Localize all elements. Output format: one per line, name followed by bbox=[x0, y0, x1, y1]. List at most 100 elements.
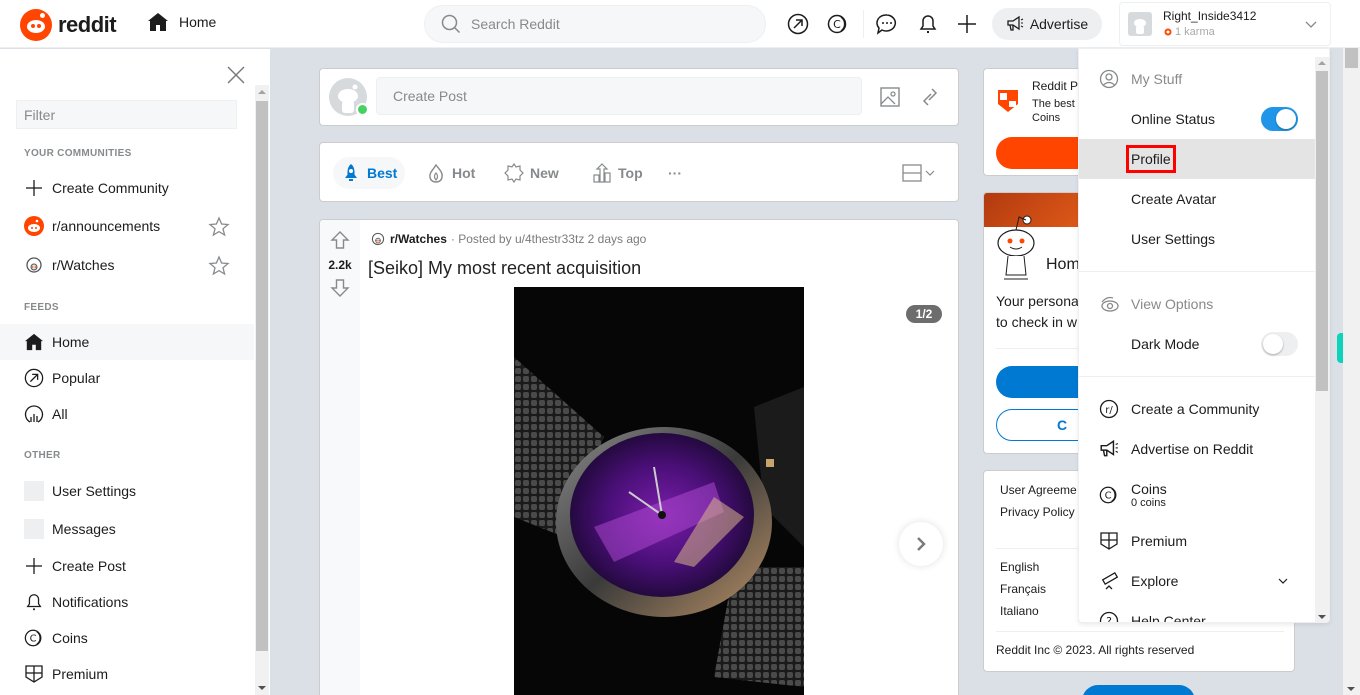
explore-menu-item[interactable]: Explore bbox=[1079, 561, 1315, 601]
sidebar-item-user-settings[interactable]: User Settings bbox=[0, 473, 254, 509]
reddit-logo[interactable]: reddit bbox=[20, 9, 117, 41]
coins-button[interactable]: C bbox=[826, 12, 850, 36]
page-scrollbar[interactable] bbox=[1343, 48, 1360, 695]
feed-selector[interactable]: Home bbox=[147, 12, 216, 32]
card-layout-icon bbox=[902, 164, 922, 182]
create-avatar-menu-item[interactable]: Create Avatar bbox=[1079, 179, 1315, 219]
post-title[interactable]: [Seiko] My most recent acquisition bbox=[368, 258, 641, 279]
sort-hot[interactable]: Hot bbox=[418, 157, 483, 189]
top-header: reddit Home Search Reddit C Advertise Ri… bbox=[0, 0, 1360, 48]
post-card[interactable]: 2.2k r/Watches · Posted by u/4thestr33tz… bbox=[319, 219, 959, 695]
premium-menu-item[interactable]: Premium bbox=[1079, 521, 1315, 561]
svg-text:C: C bbox=[30, 634, 37, 645]
dropdown-scrollbar[interactable] bbox=[1315, 57, 1329, 622]
back-to-top-button[interactable] bbox=[1082, 685, 1195, 695]
create-post-button[interactable] bbox=[955, 12, 979, 36]
layout-switcher[interactable] bbox=[902, 163, 936, 183]
filter-input[interactable]: Filter bbox=[16, 100, 237, 129]
sidebar-item-messages[interactable]: Messages bbox=[0, 511, 254, 547]
coins-menu-item[interactable]: C Coins 0 coins bbox=[1079, 473, 1315, 517]
home-card-description: Your persona to check in w bbox=[996, 293, 1079, 330]
notifications-icon bbox=[919, 15, 937, 33]
sort-best[interactable]: Best bbox=[333, 157, 406, 189]
reddit-icon bbox=[24, 216, 44, 236]
next-image-button[interactable] bbox=[899, 522, 943, 566]
coins-icon: C bbox=[827, 14, 847, 34]
snoo-mascot-icon bbox=[997, 215, 1035, 280]
star-icon[interactable] bbox=[208, 255, 230, 277]
sidebar-scrollbar[interactable] bbox=[255, 85, 269, 695]
view-options-header: View Options bbox=[1099, 294, 1213, 314]
popular-icon bbox=[24, 368, 44, 388]
user-avatar[interactable] bbox=[329, 78, 369, 116]
premium-shield-icon bbox=[998, 90, 1018, 112]
chevron-down-icon bbox=[1305, 21, 1317, 28]
logo-text: reddit bbox=[58, 12, 117, 37]
downvote-icon[interactable] bbox=[330, 278, 350, 298]
home-icon bbox=[25, 333, 43, 351]
rocket-icon bbox=[345, 164, 357, 181]
karma-icon bbox=[1164, 28, 1172, 36]
sidebar-item-coins[interactable]: C Coins bbox=[0, 620, 254, 656]
plus-icon bbox=[26, 558, 42, 574]
sidebar-item-create-post[interactable]: Create Post bbox=[0, 548, 254, 584]
sidebar-item-popular[interactable]: Popular bbox=[0, 360, 254, 396]
language-link[interactable]: Italiano bbox=[1000, 604, 1039, 618]
sidebar-item-home[interactable]: Home bbox=[0, 324, 254, 360]
coins-icon: C bbox=[24, 629, 42, 647]
plus-icon bbox=[958, 15, 976, 33]
help-center-menu-item[interactable]: ? Help Center bbox=[1079, 601, 1315, 623]
user-menu-button[interactable]: Right_Inside3412 1 karma bbox=[1119, 2, 1331, 46]
star-icon[interactable] bbox=[208, 216, 230, 238]
sidebar-item-watches[interactable]: r/Watches bbox=[0, 247, 254, 283]
search-input[interactable]: Search Reddit bbox=[424, 5, 766, 43]
sidebar-item-announcements[interactable]: r/announcements bbox=[0, 208, 254, 244]
sidebar-item-premium[interactable]: Premium bbox=[0, 656, 254, 692]
sidebar-item-all[interactable]: All bbox=[0, 396, 254, 432]
premium-title: Reddit P bbox=[1032, 79, 1079, 93]
copyright: Reddit Inc © 2023. All rights reserved bbox=[996, 643, 1195, 657]
online-status-item[interactable]: Online Status bbox=[1079, 99, 1315, 139]
help-icon: ? bbox=[1099, 611, 1119, 623]
dark-mode-item[interactable]: Dark Mode bbox=[1079, 324, 1315, 364]
language-link[interactable]: English bbox=[1000, 560, 1039, 574]
advertise-menu-item[interactable]: Advertise on Reddit bbox=[1079, 429, 1315, 469]
create-post-input[interactable]: Create Post bbox=[376, 77, 862, 115]
link-icon[interactable] bbox=[918, 85, 942, 109]
subreddit-link[interactable]: r/Watches bbox=[390, 232, 447, 246]
sidebar-item-notifications[interactable]: Notifications bbox=[0, 584, 254, 620]
user-dropdown-menu: My Stuff Online Status Profile Create Av… bbox=[1078, 48, 1330, 623]
karma-count: 1 karma bbox=[1163, 25, 1256, 39]
chat-button[interactable] bbox=[875, 12, 899, 36]
user-settings-menu-item[interactable]: User Settings bbox=[1079, 219, 1315, 259]
vote-count: 2.2k bbox=[328, 258, 352, 272]
chevron-right-icon bbox=[917, 537, 926, 551]
create-community-menu-item[interactable]: r/ Create a Community bbox=[1079, 389, 1315, 429]
language-link[interactable]: Français bbox=[1000, 582, 1046, 596]
sort-more-button[interactable]: ··· bbox=[660, 157, 690, 189]
upvote-icon[interactable] bbox=[330, 230, 350, 250]
popular-button[interactable] bbox=[786, 12, 810, 36]
my-stuff-header: My Stuff bbox=[1099, 69, 1182, 89]
svg-text:?: ? bbox=[1106, 615, 1112, 623]
online-status-toggle[interactable] bbox=[1261, 107, 1298, 131]
close-icon[interactable] bbox=[226, 65, 246, 85]
post-meta: r/Watches · Posted by u/4thestr33tz 2 da… bbox=[370, 231, 646, 247]
image-upload-icon[interactable] bbox=[878, 85, 902, 109]
sort-new[interactable]: New bbox=[496, 157, 567, 189]
more-icon: ··· bbox=[668, 165, 682, 181]
home-card-title: Hom bbox=[1046, 256, 1080, 273]
profile-menu-item[interactable]: Profile bbox=[1079, 139, 1315, 179]
svg-text:C: C bbox=[1105, 491, 1112, 502]
avatar-icon bbox=[24, 481, 44, 501]
dark-mode-toggle[interactable] bbox=[1261, 332, 1298, 356]
footer-link[interactable]: Privacy Policy bbox=[1000, 505, 1075, 519]
footer-link[interactable]: User Agreeme bbox=[1000, 483, 1077, 497]
post-image[interactable] bbox=[514, 287, 804, 695]
sort-top[interactable]: Top bbox=[584, 157, 651, 189]
sidebar-item-create-community[interactable]: Create Community bbox=[0, 170, 254, 206]
search-placeholder: Search Reddit bbox=[471, 16, 560, 32]
svg-text:C: C bbox=[833, 18, 841, 31]
advertise-button[interactable]: Advertise bbox=[992, 8, 1102, 40]
notifications-button[interactable] bbox=[916, 12, 940, 36]
